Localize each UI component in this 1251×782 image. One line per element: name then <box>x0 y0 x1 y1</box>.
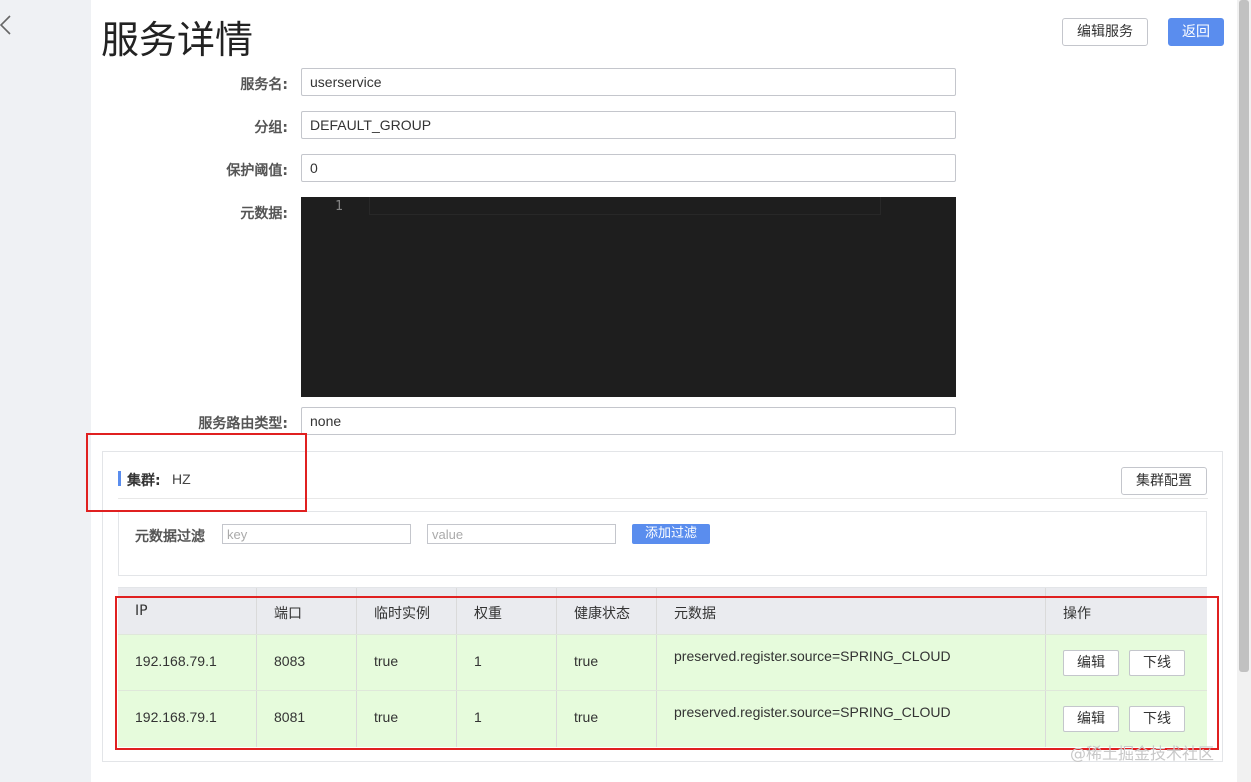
threshold-field[interactable]: 0 <box>301 154 956 182</box>
scrollbar[interactable] <box>1237 0 1251 782</box>
cluster-accent-bar <box>118 471 121 486</box>
cell-healthy: true <box>557 635 657 691</box>
divider <box>118 498 1208 499</box>
column-header-port: 端口 <box>257 588 357 634</box>
cluster-title: 集群: <box>127 473 161 489</box>
cell-ephemeral: true <box>357 635 457 691</box>
group-label: 分组: <box>254 120 288 136</box>
editor-line-number: 1 <box>335 199 343 214</box>
column-header-healthy: 健康状态 <box>557 588 657 634</box>
add-filter-button[interactable]: 添加过滤 <box>632 524 710 544</box>
metadata-label: 元数据: <box>240 206 288 222</box>
offline-instance-button[interactable]: 下线 <box>1129 650 1185 676</box>
service-name-label: 服务名: <box>240 77 288 93</box>
column-header-ephemeral: 临时实例 <box>357 588 457 634</box>
cell-ip: 192.168.79.1 <box>118 635 257 691</box>
editor-current-line <box>369 197 881 215</box>
cell-actions: 编辑 下线 <box>1046 691 1207 747</box>
cluster-name: HZ <box>172 471 191 487</box>
cell-metadata: preserved.register.source=SPRING_CLOUD <box>657 691 1046 747</box>
route-type-field[interactable]: none <box>301 407 956 435</box>
filter-key-input[interactable] <box>222 524 411 544</box>
chevron-left-icon[interactable] <box>0 14 12 36</box>
page-title: 服务详情 <box>101 18 254 62</box>
cell-port: 8081 <box>257 691 357 747</box>
table-row: 192.168.79.1 8083 true 1 true preserved.… <box>118 634 1207 691</box>
service-name-field[interactable]: userservice <box>301 68 956 96</box>
column-header-weight: 权重 <box>457 588 557 634</box>
cell-weight: 1 <box>457 691 557 747</box>
column-header-metadata: 元数据 <box>657 588 1046 634</box>
metadata-editor[interactable]: 1 <box>301 197 956 397</box>
scrollbar-thumb[interactable] <box>1239 0 1249 672</box>
instance-table: IP 端口 临时实例 权重 健康状态 元数据 操作 192.168.79.1 8… <box>118 587 1207 747</box>
cell-healthy: true <box>557 691 657 747</box>
group-field[interactable]: DEFAULT_GROUP <box>301 111 956 139</box>
table-row: 192.168.79.1 8081 true 1 true preserved.… <box>118 690 1207 747</box>
cell-weight: 1 <box>457 635 557 691</box>
cell-port: 8083 <box>257 635 357 691</box>
column-header-actions: 操作 <box>1063 606 1091 622</box>
threshold-label: 保护阈值: <box>226 163 288 179</box>
table-header: IP 端口 临时实例 权重 健康状态 元数据 操作 <box>118 588 1207 634</box>
cell-ip: 192.168.79.1 <box>118 691 257 747</box>
edit-service-button[interactable]: 编辑服务 <box>1062 18 1148 46</box>
route-type-label: 服务路由类型: <box>198 416 288 432</box>
cell-actions: 编辑 下线 <box>1046 635 1207 691</box>
offline-instance-button[interactable]: 下线 <box>1129 706 1185 732</box>
cluster-config-button[interactable]: 集群配置 <box>1121 467 1207 495</box>
watermark: @稀土掘金技术社区 <box>1070 744 1215 763</box>
edit-instance-button[interactable]: 编辑 <box>1063 650 1119 676</box>
edit-instance-button[interactable]: 编辑 <box>1063 706 1119 732</box>
filter-value-input[interactable] <box>427 524 616 544</box>
column-header-ip: IP <box>118 588 257 634</box>
metadata-filter-label: 元数据过滤 <box>135 529 205 545</box>
sidebar-gutter <box>0 0 91 782</box>
cell-ephemeral: true <box>357 691 457 747</box>
back-button[interactable]: 返回 <box>1168 18 1224 46</box>
cell-metadata: preserved.register.source=SPRING_CLOUD <box>657 635 1046 691</box>
